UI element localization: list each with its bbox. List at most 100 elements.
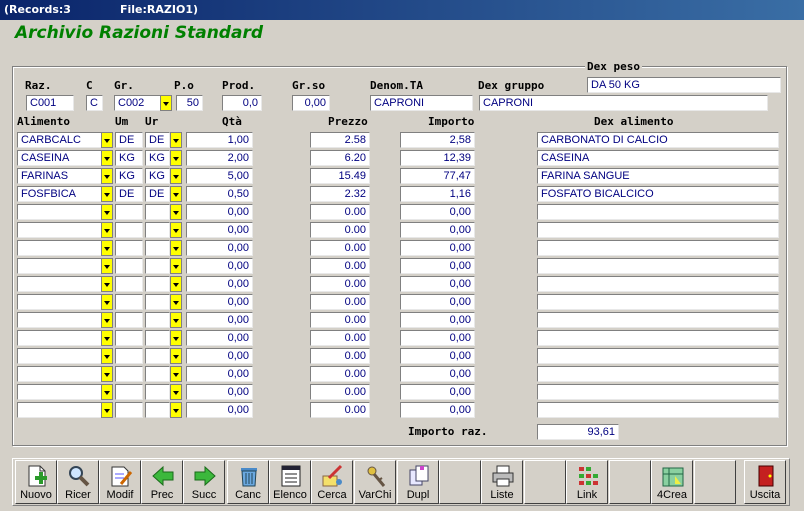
row-ur-field[interactable]	[145, 222, 170, 238]
row-importo-field[interactable]: 0,00	[400, 312, 475, 328]
succ-button[interactable]: Succ	[183, 460, 225, 504]
row-qta-field[interactable]: 0,00	[186, 366, 253, 382]
row-qta-field[interactable]: 0,00	[186, 276, 253, 292]
row-ur-field[interactable]	[145, 366, 170, 382]
row-prezzo-field[interactable]: 0.00	[310, 330, 370, 346]
row-ur-field[interactable]	[145, 294, 170, 310]
row-qta-field[interactable]: 0,00	[186, 222, 253, 238]
row-alimento-dropdown-button[interactable]	[101, 330, 113, 346]
nuovo-button[interactable]: Nuovo	[15, 460, 57, 504]
row-um-field[interactable]	[115, 204, 143, 220]
gr-field[interactable]: C002	[114, 95, 161, 111]
row-importo-field[interactable]: 0,00	[400, 366, 475, 382]
row-ur-dropdown-button[interactable]	[170, 222, 182, 238]
row-alimento-field[interactable]	[17, 366, 102, 382]
row-um-field[interactable]	[115, 402, 143, 418]
dex-gruppo-field[interactable]: CAPRONI	[479, 95, 768, 111]
row-ur-dropdown-button[interactable]	[170, 186, 182, 202]
row-dex-field[interactable]	[537, 312, 779, 328]
row-prezzo-field[interactable]: 6.20	[310, 150, 370, 166]
row-prezzo-field[interactable]: 0.00	[310, 258, 370, 274]
row-ur-dropdown-button[interactable]	[170, 312, 182, 328]
row-um-field[interactable]: DE	[115, 186, 143, 202]
importo-raz-field[interactable]: 93,61	[537, 424, 619, 440]
liste-button[interactable]: Liste	[481, 460, 523, 504]
row-qta-field[interactable]: 2,00	[186, 150, 253, 166]
row-dex-field[interactable]: CASEINA	[537, 150, 779, 166]
row-ur-field[interactable]	[145, 276, 170, 292]
row-ur-field[interactable]: DE	[145, 186, 170, 202]
row-dex-field[interactable]	[537, 258, 779, 274]
row-ur-field[interactable]	[145, 402, 170, 418]
row-ur-field[interactable]	[145, 312, 170, 328]
row-prezzo-field[interactable]: 0.00	[310, 312, 370, 328]
row-importo-field[interactable]: 77,47	[400, 168, 475, 184]
denom-field[interactable]: CAPRONI	[370, 95, 473, 111]
row-ur-field[interactable]	[145, 384, 170, 400]
row-ur-field[interactable]	[145, 348, 170, 364]
row-importo-field[interactable]: 0,00	[400, 276, 475, 292]
row-alimento-field[interactable]	[17, 294, 102, 310]
row-importo-field[interactable]: 0,00	[400, 402, 475, 418]
ricer-button[interactable]: Ricer	[57, 460, 99, 504]
row-um-field[interactable]	[115, 276, 143, 292]
row-prezzo-field[interactable]: 2.32	[310, 186, 370, 202]
row-alimento-field[interactable]	[17, 222, 102, 238]
row-alimento-dropdown-button[interactable]	[101, 294, 113, 310]
row-ur-dropdown-button[interactable]	[170, 402, 182, 418]
row-ur-dropdown-button[interactable]	[170, 150, 182, 166]
row-ur-dropdown-button[interactable]	[170, 366, 182, 382]
row-prezzo-field[interactable]: 0.00	[310, 348, 370, 364]
row-prezzo-field[interactable]: 0.00	[310, 240, 370, 256]
row-prezzo-field[interactable]: 2.58	[310, 132, 370, 148]
row-prezzo-field[interactable]: 0.00	[310, 276, 370, 292]
row-alimento-dropdown-button[interactable]	[101, 384, 113, 400]
row-ur-field[interactable]: KG	[145, 150, 170, 166]
row-dex-field[interactable]	[537, 384, 779, 400]
row-dex-field[interactable]: FOSFATO BICALCICO	[537, 186, 779, 202]
4crea-button[interactable]: 4Crea	[651, 460, 693, 504]
row-alimento-dropdown-button[interactable]	[101, 240, 113, 256]
row-ur-dropdown-button[interactable]	[170, 168, 182, 184]
row-dex-field[interactable]	[537, 222, 779, 238]
uscita-button[interactable]: Uscita	[744, 460, 786, 504]
row-qta-field[interactable]: 0,00	[186, 312, 253, 328]
row-importo-field[interactable]: 0,00	[400, 258, 475, 274]
row-prezzo-field[interactable]: 0.00	[310, 384, 370, 400]
row-prezzo-field[interactable]: 0.00	[310, 402, 370, 418]
row-qta-field[interactable]: 0,50	[186, 186, 253, 202]
row-um-field[interactable]	[115, 294, 143, 310]
row-alimento-field[interactable]: CARBCALC	[17, 132, 102, 148]
row-alimento-field[interactable]: FOSFBICA	[17, 186, 102, 202]
row-alimento-field[interactable]	[17, 384, 102, 400]
row-dex-field[interactable]	[537, 348, 779, 364]
row-importo-field[interactable]: 0,00	[400, 222, 475, 238]
row-importo-field[interactable]: 0,00	[400, 294, 475, 310]
row-importo-field[interactable]: 0,00	[400, 240, 475, 256]
row-um-field[interactable]: KG	[115, 168, 143, 184]
row-ur-dropdown-button[interactable]	[170, 204, 182, 220]
dex-peso-field[interactable]: DA 50 KG	[587, 77, 781, 93]
row-dex-field[interactable]	[537, 204, 779, 220]
row-alimento-field[interactable]	[17, 258, 102, 274]
row-qta-field[interactable]: 0,00	[186, 402, 253, 418]
row-um-field[interactable]: DE	[115, 132, 143, 148]
grso-field[interactable]: 0,00	[292, 95, 330, 111]
row-importo-field[interactable]: 2,58	[400, 132, 475, 148]
row-prezzo-field[interactable]: 15.49	[310, 168, 370, 184]
gr-dropdown-button[interactable]	[160, 95, 172, 111]
row-ur-dropdown-button[interactable]	[170, 294, 182, 310]
row-alimento-field[interactable]	[17, 276, 102, 292]
row-dex-field[interactable]	[537, 330, 779, 346]
row-alimento-dropdown-button[interactable]	[101, 168, 113, 184]
row-alimento-dropdown-button[interactable]	[101, 348, 113, 364]
row-um-field[interactable]	[115, 312, 143, 328]
row-ur-field[interactable]	[145, 258, 170, 274]
row-qta-field[interactable]: 0,00	[186, 384, 253, 400]
row-um-field[interactable]	[115, 330, 143, 346]
row-dex-field[interactable]	[537, 276, 779, 292]
row-dex-field[interactable]	[537, 402, 779, 418]
row-ur-dropdown-button[interactable]	[170, 384, 182, 400]
row-alimento-field[interactable]	[17, 312, 102, 328]
row-alimento-field[interactable]: FARINAS	[17, 168, 102, 184]
